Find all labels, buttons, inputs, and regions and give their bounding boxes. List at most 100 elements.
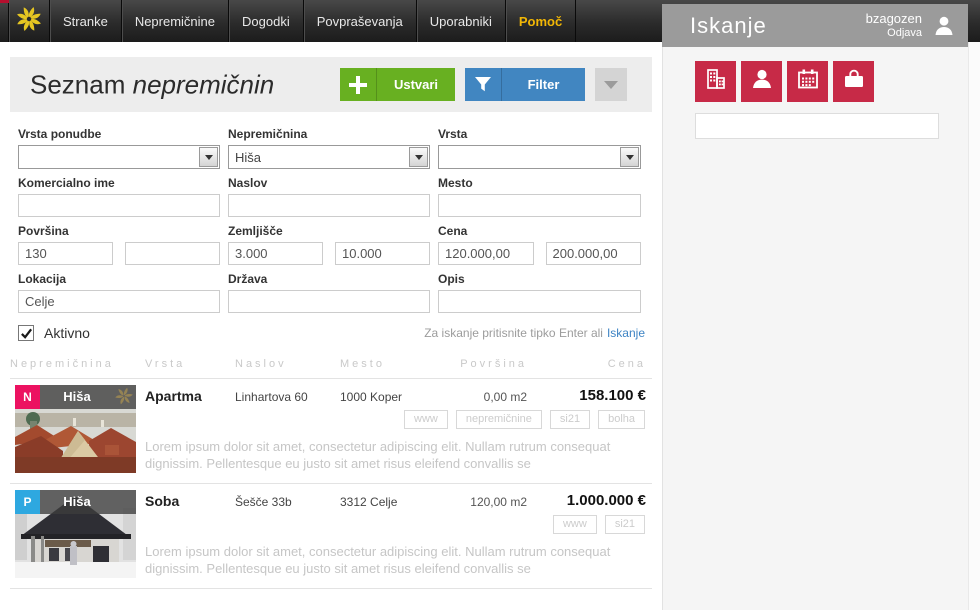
create-button[interactable]: Ustvari [340, 68, 455, 101]
status-badge-new: N [15, 385, 40, 409]
listing-description: Lorem ipsum dolor sit amet, consectetur … [145, 438, 652, 473]
quick-inquiries-button[interactable] [833, 61, 874, 102]
portal-button-nepremicnine[interactable]: nepremičnine [456, 410, 542, 428]
property-type-value: Hiša [235, 150, 261, 165]
plus-icon [340, 68, 377, 101]
page-title-prefix: Seznam [30, 69, 125, 99]
select-arrow-icon [199, 147, 218, 167]
land-to-input[interactable] [335, 242, 430, 265]
field-label: Država [228, 272, 430, 286]
commercial-name-input[interactable] [18, 194, 220, 217]
price-from-input[interactable] [438, 242, 534, 265]
listing-area: 0,00 m2 [440, 385, 527, 404]
quick-clients-button[interactable] [741, 61, 782, 102]
person-icon [750, 67, 774, 96]
watermark-swirl-icon [115, 387, 133, 410]
portal-button-si21[interactable]: si21 [550, 410, 590, 428]
column-header-vrsta: Vrsta [145, 358, 235, 370]
page-header-band: Seznam nepremičnin Ustvari Filter [10, 57, 652, 112]
column-header-nepremicnina: Nepremičnina [10, 358, 145, 370]
search-hint-link[interactable]: Iskanje [607, 326, 645, 340]
username: bzagozen [866, 11, 922, 27]
nav-item-nepremicnine[interactable]: Nepremičnine [122, 0, 228, 42]
area-from-input[interactable] [18, 242, 113, 265]
portal-button-bolha[interactable]: bolha [598, 410, 645, 428]
city-input[interactable] [438, 194, 641, 217]
brand-accent [0, 0, 9, 3]
listing-type[interactable]: Apartma [145, 385, 235, 404]
price-to-input[interactable] [546, 242, 642, 265]
column-header-cena: Cena [527, 358, 652, 370]
field-label: Lokacija [18, 272, 220, 286]
nav-item-povprasevanja[interactable]: Povpraševanja [304, 0, 416, 42]
field-label: Vrsta ponudbe [18, 127, 220, 141]
nav-item-pomoc[interactable]: Pomoč [506, 0, 575, 42]
column-header-povrsina: Površina [440, 358, 527, 370]
nav-item-dogodki[interactable]: Dogodki [229, 0, 303, 42]
field-label: Naslov [228, 176, 430, 190]
field-label: Vrsta [438, 127, 641, 141]
search-panel-title: Iskanje [690, 13, 767, 39]
chevron-down-icon [604, 81, 618, 89]
funnel-icon [465, 68, 502, 101]
scrollbar-track[interactable] [968, 42, 980, 610]
area-to-input[interactable] [125, 242, 220, 265]
country-input[interactable] [228, 290, 430, 313]
listing-photo[interactable]: P Hiša [15, 490, 136, 578]
listing-photo[interactable]: N Hiša [15, 385, 136, 473]
portal-button-www[interactable]: www [553, 515, 597, 533]
calendar-icon [796, 67, 820, 96]
listing-description: Lorem ipsum dolor sit amet, consectetur … [145, 543, 652, 578]
kind-select[interactable] [438, 145, 641, 169]
listing-row: P Hiša Soba Šešče 33b 3312 Celje 120,00 … [10, 484, 652, 589]
description-input[interactable] [438, 290, 641, 313]
listing-category: Hiša [40, 385, 114, 409]
listing-category: Hiša [40, 490, 114, 514]
results-list: Nepremičnina Vrsta Naslov Mesto Površina… [10, 358, 652, 589]
logout-link[interactable]: Odjava [866, 27, 922, 41]
building-icon [704, 67, 728, 96]
field-label: Mesto [438, 176, 641, 190]
search-hint: Za iskanje pritisnite tipko Enter aliIsk… [424, 326, 645, 340]
field-label: Komercialno ime [18, 176, 220, 190]
filter-button[interactable]: Filter [465, 68, 585, 101]
listing-price: 1.000.000 € [527, 490, 652, 509]
portal-button-www[interactable]: www [404, 410, 448, 428]
listing-city: 1000 Koper [340, 385, 440, 404]
select-arrow-icon [409, 147, 428, 167]
listing-area: 120,00 m2 [440, 490, 527, 509]
location-input[interactable] [18, 290, 220, 313]
listing-city: 3312 Celje [340, 490, 440, 509]
active-checkbox[interactable] [18, 325, 34, 341]
listing-address: Šešče 33b [235, 490, 340, 509]
user-avatar-icon[interactable] [932, 14, 956, 38]
portal-buttons: www nepremičnine si21 bolha [145, 410, 652, 428]
more-actions-button[interactable] [595, 68, 627, 101]
quick-properties-button[interactable] [695, 61, 736, 102]
panel-search-input[interactable] [695, 113, 939, 139]
listing-type[interactable]: Soba [145, 490, 235, 509]
portal-button-si21[interactable]: si21 [605, 515, 645, 533]
offer-type-select[interactable] [18, 145, 220, 169]
swirl-logo-icon [16, 6, 42, 37]
listing-address: Linhartova 60 [235, 385, 340, 404]
search-panel-body [662, 47, 968, 610]
land-from-input[interactable] [228, 242, 323, 265]
create-button-label: Ustvari [377, 68, 455, 101]
page-title: Seznam nepremičnin [30, 69, 274, 100]
nav-item-stranke[interactable]: Stranke [50, 0, 121, 42]
status-badge-p: P [15, 490, 40, 514]
app-logo[interactable] [8, 0, 49, 42]
nav-item-uporabniki[interactable]: Uporabniki [417, 0, 505, 42]
search-panel-header: Iskanje bzagozen Odjava [662, 4, 968, 47]
quick-events-button[interactable] [787, 61, 828, 102]
property-type-select[interactable]: Hiša [228, 145, 430, 169]
page-title-emphasis: nepremičnin [133, 69, 275, 99]
briefcase-icon [842, 67, 866, 96]
address-input[interactable] [228, 194, 430, 217]
field-label: Cena [438, 224, 641, 238]
column-header-mesto: Mesto [340, 358, 440, 370]
filter-form: Vrsta ponudbe Nepremičnina Hiša Vrsta [18, 120, 645, 341]
active-checkbox-label: Aktivno [44, 325, 90, 341]
results-table-header: Nepremičnina Vrsta Naslov Mesto Površina… [10, 358, 652, 379]
